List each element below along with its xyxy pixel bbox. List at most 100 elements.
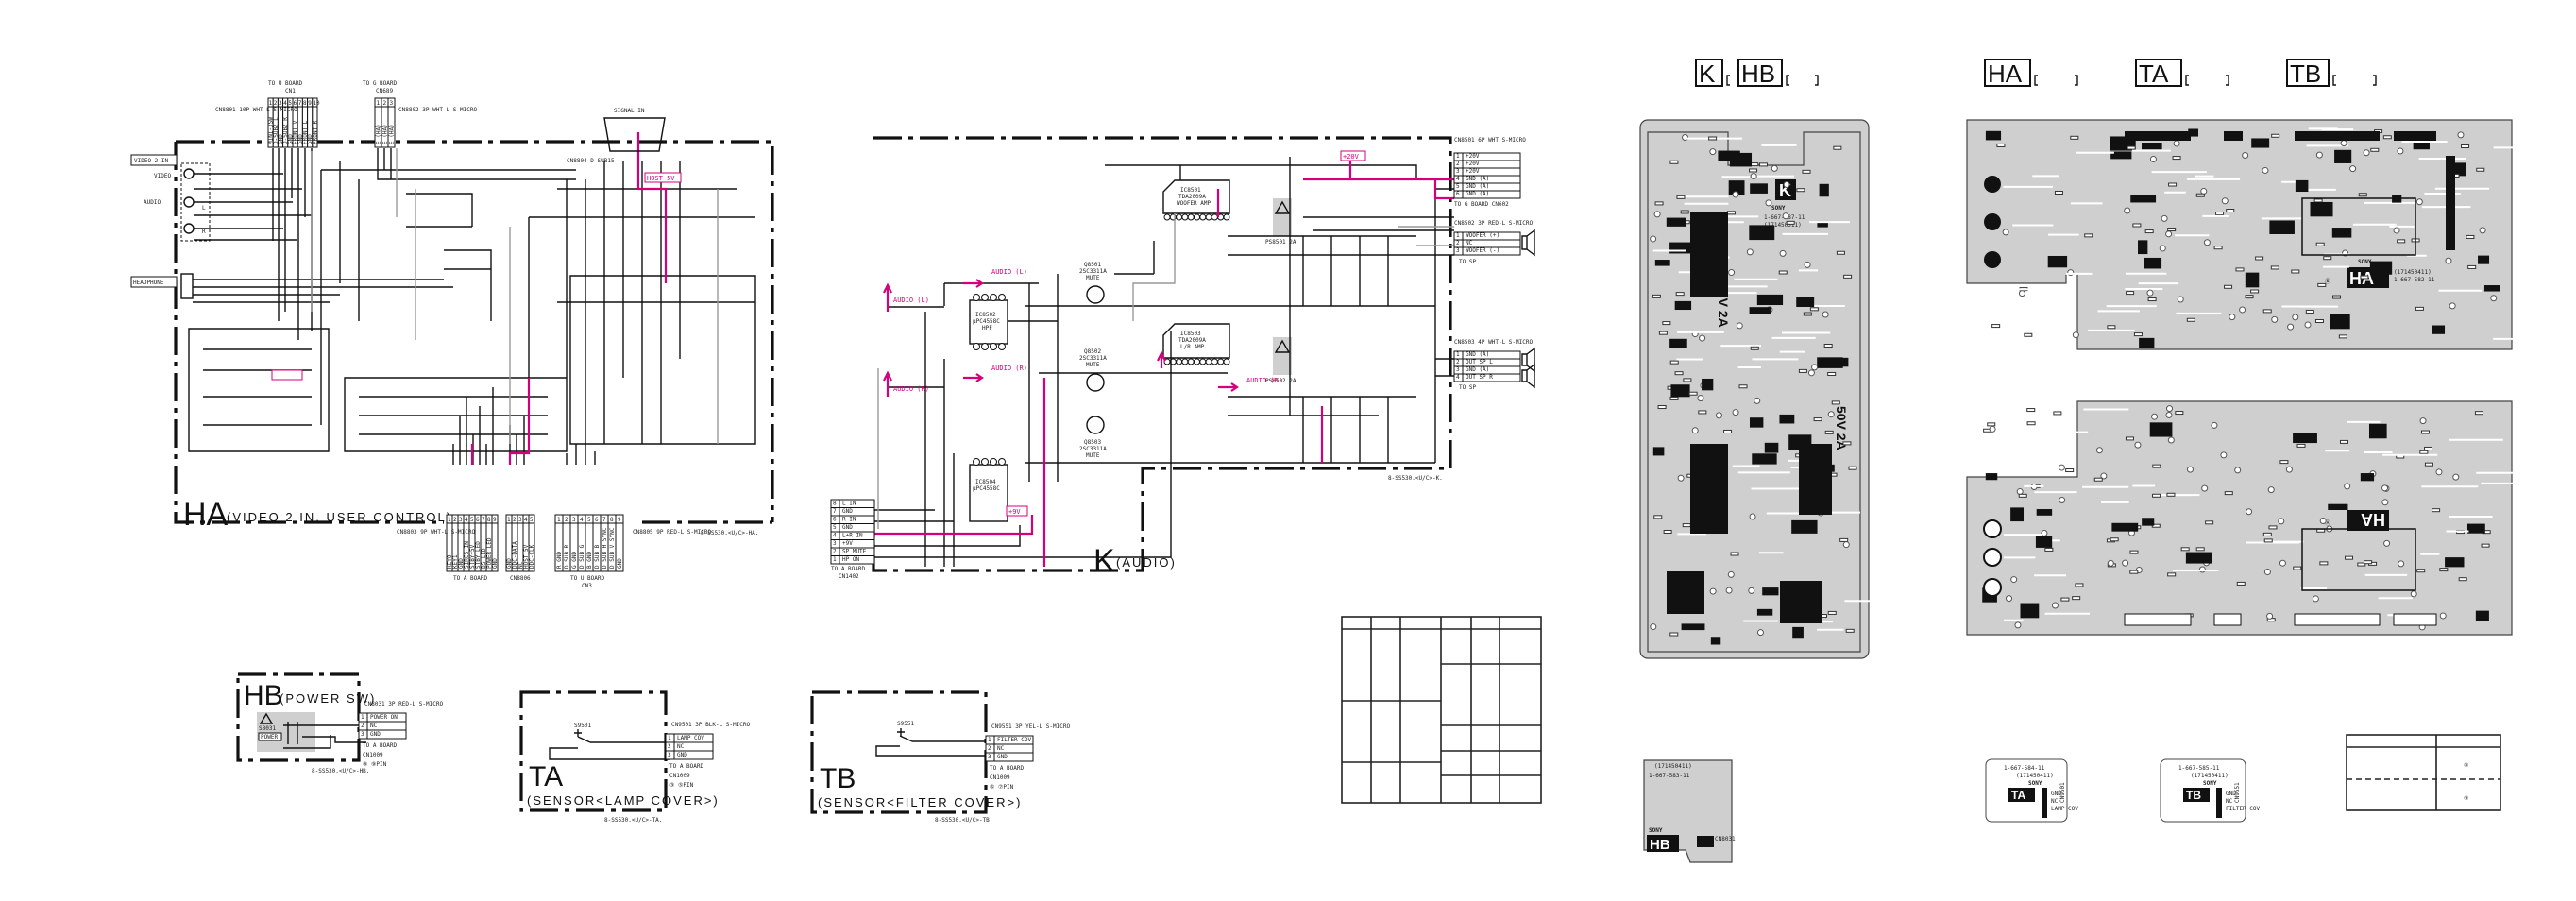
pcb-ic-footprint <box>1799 444 1832 515</box>
pcb-component <box>2370 147 2380 152</box>
pcb-pad <box>1653 211 1661 218</box>
pcb-ic-footprint <box>1690 444 1728 534</box>
pcb-component <box>2339 439 2348 444</box>
pcb-component <box>2445 557 2465 568</box>
ic8503-part: TDA2009A <box>1178 337 1206 344</box>
pcb-component <box>2044 547 2054 552</box>
pcb-component <box>1738 384 1748 389</box>
pcb-component <box>2144 230 2154 234</box>
hb-destination-ref: CN1009 <box>363 752 383 758</box>
ic-pin <box>973 458 980 466</box>
pcb-component <box>1654 260 1670 266</box>
pcb-pad <box>2363 149 2370 157</box>
pcb-component <box>2382 135 2392 140</box>
ic-pin <box>1199 213 1207 221</box>
pcb-component <box>2328 503 2348 510</box>
audio-r-input-label: AUDIO (R) <box>893 385 929 393</box>
pin-label: FILTER COV <box>997 737 1032 743</box>
pcb-component <box>2432 325 2446 334</box>
pcb-component <box>1839 537 1849 542</box>
pcb-connector-footprint <box>2124 613 2192 626</box>
ta-destination: TO A BOARD <box>669 763 704 770</box>
pcb-component <box>1676 195 1686 199</box>
ha-board-schematic: HA (VIDEO 2 IN, USER CONTROL) 8-SS530.<U… <box>130 80 774 589</box>
audio-l-label: L <box>202 205 206 212</box>
ic-pin <box>990 343 997 350</box>
cn8805-destination: TO U BOARD <box>570 575 605 582</box>
pcb-component <box>2271 133 2280 138</box>
pin-label: HP ON <box>842 556 859 563</box>
pin-label: D SUB G <box>579 544 585 569</box>
ic-pin <box>998 294 1006 301</box>
pcb-component <box>2330 314 2350 330</box>
pcb-pad <box>2383 539 2391 547</box>
pcb-component <box>2036 509 2053 516</box>
pcb-pad <box>2266 612 2274 620</box>
pcb-component <box>1749 168 1758 173</box>
pcb-connector-footprint <box>2295 131 2380 141</box>
pcb-component <box>2262 309 2272 314</box>
pcb-component <box>2314 318 2324 323</box>
pin-number: 2 <box>274 100 278 107</box>
pcb-pad <box>2146 289 2154 297</box>
pcb-component <box>2226 209 2235 213</box>
pin-number: 1 <box>557 517 561 523</box>
ha-power-tag-box <box>271 369 303 381</box>
pcb-component <box>1827 371 1837 376</box>
pcb-component <box>1813 417 1822 422</box>
pcb-component <box>2317 282 2327 287</box>
pcb-component <box>1652 294 1661 298</box>
audio-l-jack-icon <box>183 196 195 208</box>
pcb-pad <box>2059 497 2066 504</box>
pcb-connector-ref: CN9501 <box>2059 782 2066 803</box>
pin-number: 7 <box>482 517 485 523</box>
pcb-pad <box>2410 590 2417 598</box>
tb-board-pcb: 1-667-585-11 (171450411) SONY TB GNDNCFI… <box>2160 758 2261 823</box>
board-bracket <box>2332 75 2377 86</box>
ic8502-ref: IC8502 <box>975 312 996 318</box>
pin-number: 2 <box>1456 161 1460 167</box>
hb-subtitle: (POWER SW) <box>280 691 376 706</box>
speaker-r-icon <box>1521 363 1535 389</box>
audio-r-label: R <box>202 229 206 235</box>
ic-pin <box>1194 358 1200 366</box>
pcb-pad <box>1682 133 1689 141</box>
pcb-component <box>2195 193 2205 197</box>
ha-board-pcb-side-b: HA SONY Ⓑ (171450411) 1-667-582-11 <box>1966 119 2542 350</box>
pcb-component <box>2035 536 2053 548</box>
pcb-component <box>1845 628 1855 633</box>
pcb-pin-label: NC <box>2051 798 2059 805</box>
cn8805-ref: CN8805 9P RED-L S-MICRO <box>633 529 711 536</box>
pcb-component <box>1803 312 1812 316</box>
pcb-component <box>1708 136 1718 141</box>
ic-pin <box>1199 358 1207 366</box>
pcb-component <box>2236 581 2246 586</box>
pcb-component <box>1749 307 1771 314</box>
pcb-component <box>2369 261 2393 275</box>
pin-number: 7 <box>298 100 302 107</box>
ta-pcb-lot: (171450411) <box>2016 773 2054 779</box>
ic-pin <box>1205 213 1212 221</box>
pcb-component <box>2132 223 2142 228</box>
pcb-component <box>2334 149 2352 163</box>
pcb-component <box>1710 637 1721 645</box>
pcb-component <box>1750 183 1768 194</box>
pcb-component <box>2439 568 2449 572</box>
k-20v-rail <box>1303 161 1454 200</box>
pcb-pad <box>2285 466 2293 473</box>
pcb-connector-footprint <box>2125 131 2191 141</box>
ic-pin <box>1163 213 1171 221</box>
tb-connector: 1 FILTER COV 2 NC 3 GND <box>985 735 1034 762</box>
pcb-pad <box>1756 629 1764 637</box>
pcb-component <box>2126 291 2135 296</box>
pcb-pad <box>2246 508 2253 516</box>
pin-number: 3 <box>279 100 282 107</box>
k-board-schematic: K (AUDIO) 8-SS530.<U/C>-K. IC8501 TDA200… <box>830 136 1535 580</box>
led-footprint <box>1983 519 2002 538</box>
pin-label: +20V <box>1466 153 1480 160</box>
pcb-component <box>1802 169 1811 174</box>
pcb-component <box>2315 242 2325 246</box>
hb-board-schematic: HB (POWER SW) S8031 POWER 8-SS530.<U/C>-… <box>236 672 376 774</box>
pcb-component <box>2345 555 2354 560</box>
cn8803-destination: TO A BOARD <box>453 575 488 582</box>
